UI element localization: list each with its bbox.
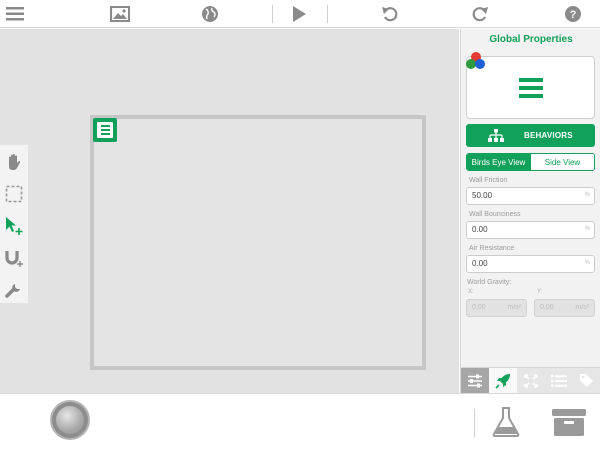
wall-bounciness-label: Wall Bounciness [469,211,521,218]
air-resistance-label: Air Resistance [469,245,515,252]
gravity-y-label: Y: [537,289,543,295]
behaviors-button[interactable]: BEHAVIORS [466,124,595,147]
world-gravity-label: World Gravity: [467,279,512,286]
marquee-select-icon[interactable] [4,184,24,204]
gravity-unit: m/s² [575,304,589,311]
drawer-icon[interactable] [551,406,587,438]
help-icon[interactable]: ? [563,4,583,24]
gravity-y-value: 0.00 [540,304,554,311]
expand-icon [524,374,538,388]
tab-tags[interactable] [573,368,600,394]
gravity-x-field[interactable]: 0.00 m/s² [466,299,527,317]
list-icon [551,375,567,387]
tab-side-view[interactable]: Side View [530,154,594,170]
image-icon[interactable] [110,4,130,24]
sliders-icon [468,374,482,388]
air-resistance-field[interactable]: 0.00 % [466,255,595,273]
svg-text:?: ? [570,9,577,21]
undo-icon[interactable] [380,4,400,24]
tab-birds-eye-view[interactable]: Birds Eye View [467,154,530,170]
behaviors-label: BEHAVIORS [524,131,573,140]
menu-icon [518,77,543,98]
scene-menu-button[interactable] [93,118,117,142]
bottom-divider [474,409,475,437]
redo-icon[interactable] [470,4,490,24]
percent-unit: % [584,192,590,198]
play-icon[interactable] [289,4,309,24]
play-button-face [56,406,84,434]
bottom-bar [0,393,600,450]
move-select-icon[interactable] [4,216,24,236]
percent-unit: % [584,226,590,232]
toolbar-divider [272,5,273,23]
rocket-icon [495,374,510,389]
global-properties-card[interactable] [466,52,595,119]
tags-icon [580,374,593,387]
globe-icon[interactable] [200,4,220,24]
top-toolbar: ? [0,0,600,28]
left-toolbar [0,145,28,303]
wrench-icon[interactable] [4,280,24,300]
gravity-y-field[interactable]: 0.00 m/s² [534,299,595,317]
gravity-x-label: X: [468,289,474,295]
tab-expand[interactable] [517,368,545,394]
toolbar-divider [327,5,328,23]
tab-list[interactable] [545,368,573,394]
wall-friction-field[interactable]: 50.00 % [466,187,595,205]
simulation-boundary[interactable] [90,115,426,370]
properties-panel: Global Properties BEHAVIORS Birds Eye Vi… [460,29,600,394]
hierarchy-icon [486,128,506,144]
list-icon [97,122,113,138]
flask-icon[interactable] [491,406,521,438]
panel-tab-bar [461,367,600,394]
hand-icon[interactable] [4,152,24,172]
play-circle-button[interactable] [50,400,90,440]
view-toggle: Birds Eye View Side View [466,153,595,171]
wall-friction-label: Wall Friction [469,177,508,184]
panel-title: Global Properties [489,34,573,45]
percent-unit: % [584,260,590,266]
wall-friction-value: 50.00 [472,191,493,200]
wall-bounciness-field[interactable]: 0.00 % [466,221,595,239]
menu-icon[interactable] [5,4,25,24]
tab-rocket[interactable] [489,368,517,394]
rgb-circles-icon [465,52,487,72]
tab-sliders[interactable] [461,368,489,394]
air-resistance-value: 0.00 [472,259,488,268]
gravity-unit: m/s² [507,304,521,311]
gravity-x-value: 0.00 [472,304,486,311]
wall-bounciness-value: 0.00 [472,225,488,234]
magnet-icon[interactable] [4,248,24,268]
